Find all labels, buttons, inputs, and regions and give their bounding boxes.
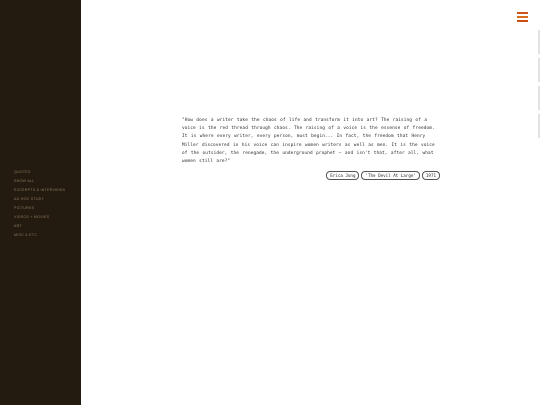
menu-bar-top — [517, 12, 528, 14]
menu-bar-middle — [517, 16, 528, 18]
nav-item-ad-hoc-study[interactable]: Ad Hoc Study — [14, 195, 65, 204]
sidebar-nav: Quotes Show All Excerpts & Interviews Ad… — [14, 168, 65, 240]
hamburger-menu-icon[interactable] — [517, 12, 528, 22]
nav-item-misc-etc[interactable]: Misc & Etc — [14, 231, 65, 240]
nav-item-art[interactable]: Art — [14, 222, 65, 231]
menu-bar-bottom — [517, 20, 528, 22]
nav-item-videos-movies[interactable]: Videos + Movies — [14, 213, 65, 222]
quote-attribution: Erica Jong 'The Devil At Large' 1971 — [182, 171, 440, 181]
quote-text: "How does a writer take the chaos of lif… — [182, 118, 435, 165]
nav-item-quotes[interactable]: Quotes — [14, 168, 65, 177]
nav-item-pictures[interactable]: Pictures — [14, 204, 65, 213]
source-tag[interactable]: 'The Devil At Large' — [361, 171, 420, 181]
nav-item-excerpts-interviews[interactable]: Excerpts & Interviews — [14, 186, 65, 195]
author-tag[interactable]: Erica Jong — [326, 171, 360, 181]
year-tag[interactable]: 1971 — [421, 171, 440, 181]
quote-block: "How does a writer take the chaos of lif… — [182, 117, 440, 181]
nav-item-show-all[interactable]: Show All — [14, 177, 65, 186]
sidebar: Quotes Show All Excerpts & Interviews Ad… — [0, 0, 81, 405]
